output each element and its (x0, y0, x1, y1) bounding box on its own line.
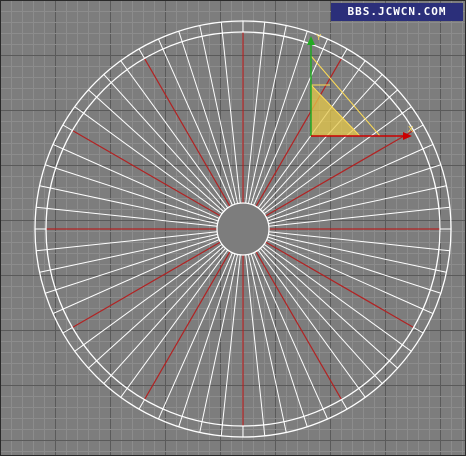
wheel-spoke (268, 231, 439, 251)
wheel-rim-segment (283, 25, 287, 37)
wheel-rim-segment (303, 416, 308, 427)
wheel-rim-segment (402, 344, 412, 352)
wheel-spoke-red (265, 241, 414, 329)
wheel-rim-segment (303, 31, 308, 42)
wheel-rim-segment (374, 74, 383, 83)
wheel-rim-segment (62, 124, 73, 131)
wheel-rim-segment (74, 106, 84, 114)
wheel-spoke (62, 239, 220, 310)
wheel-rim-segment (52, 308, 64, 315)
wheel-rim-segment (358, 60, 366, 70)
wheel-spoke (245, 254, 265, 425)
wheel-rim-segment (283, 421, 287, 433)
wheel-rim-segment (178, 31, 183, 42)
wheel-hub (216, 202, 270, 256)
wheel-rim-segment (322, 408, 329, 420)
wheel-spoke (266, 148, 424, 219)
wheel-rim-segment (52, 143, 64, 150)
wheel-rim-segment (88, 360, 97, 369)
wheel-rim-segment (220, 22, 223, 34)
wheel-rim-segment (374, 375, 383, 384)
wheel-rim-segment (341, 48, 348, 59)
wheel-rim-segment (199, 25, 203, 37)
wheel-rim-segment (157, 408, 164, 420)
wheel-rim-segment (220, 424, 223, 436)
wheel-rim-segment (422, 308, 434, 315)
wheel-rim-segment (74, 344, 84, 352)
wheel-rim-segment (36, 206, 48, 209)
wheel-rim-segment (435, 269, 447, 273)
site-watermark: BBS.JCWCN.COM (331, 3, 463, 21)
wheel-spoke (266, 239, 424, 310)
wheel-rim-segment (402, 106, 412, 114)
wheel-rim-segment (358, 388, 366, 398)
gizmo-x-label: X (408, 125, 414, 134)
wheel-spoke-red (255, 251, 343, 400)
gizmo-y-label: Y (316, 33, 322, 42)
wheel-rim-segment (199, 421, 203, 433)
wheel-spoke (62, 148, 220, 219)
wheel-rim-segment (178, 416, 183, 427)
wheel-spoke (268, 207, 439, 227)
wheel-spoke (162, 48, 233, 206)
wheel-rim-segment (45, 289, 56, 294)
perspective-viewport[interactable]: Y X BBS.JCWCN.COM (0, 0, 466, 456)
wheel-rim-segment (36, 249, 48, 252)
wheel-rim-segment (430, 289, 441, 294)
wheel-rim-segment (88, 89, 97, 98)
wheel-rim-segment (422, 143, 434, 150)
viewport-scene[interactable]: Y X (0, 0, 466, 456)
wheel-spoke (245, 33, 265, 204)
